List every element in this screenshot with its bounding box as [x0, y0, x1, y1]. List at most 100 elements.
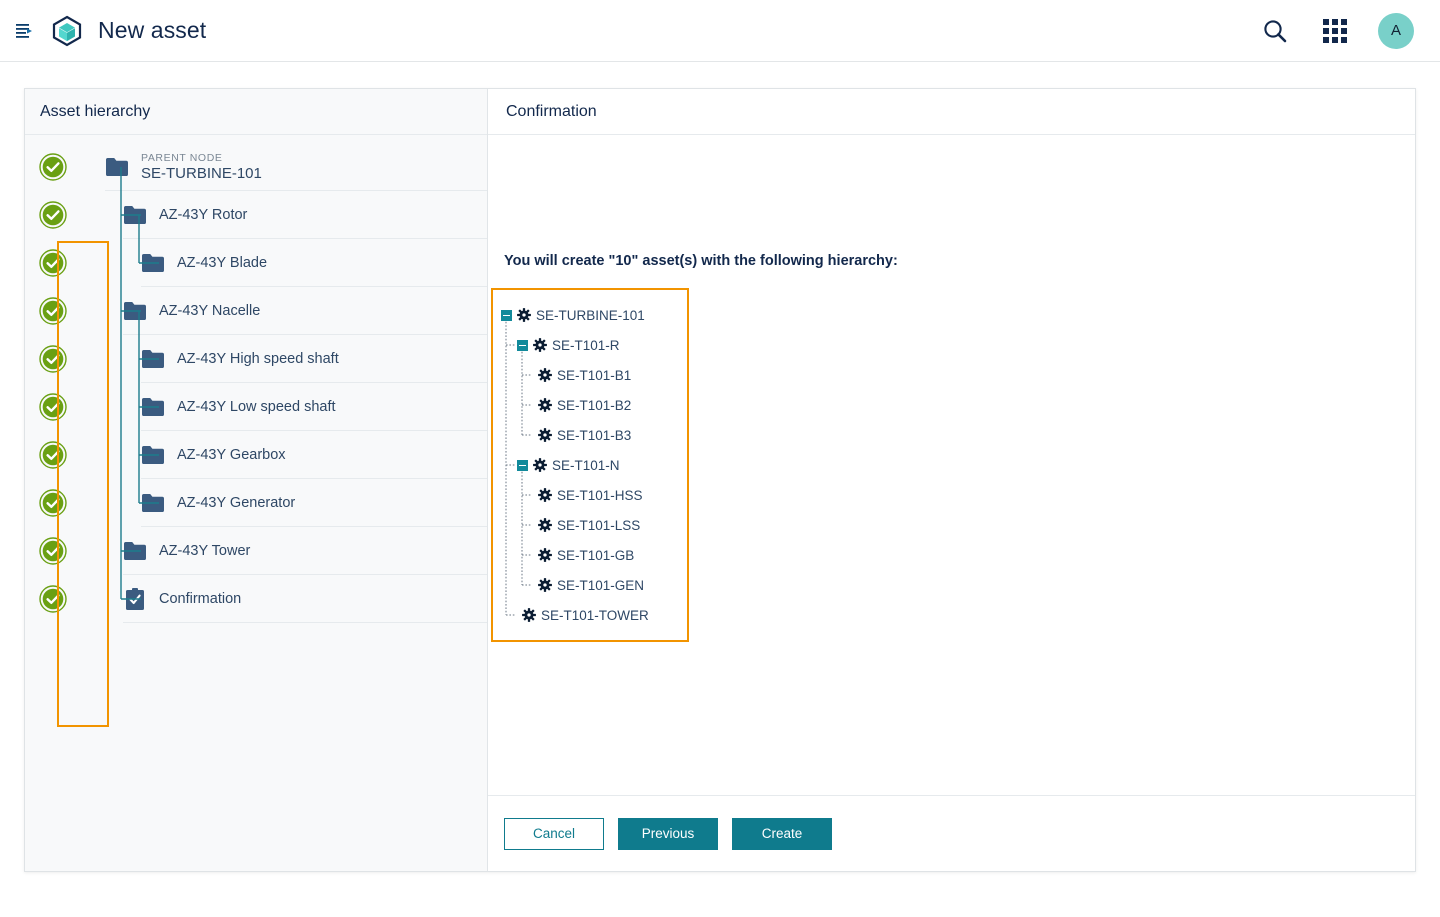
gear-icon — [538, 518, 552, 532]
confirmation-tree-row-content: SE-T101-B2 — [533, 398, 631, 413]
hierarchy-row[interactable]: PARENT NODE SE-TURBINE-101 — [25, 143, 487, 191]
confirmation-tree-row[interactable]: SE-T101-HSS — [501, 480, 677, 510]
hierarchy-row-label: AZ-43Y Gearbox — [177, 447, 286, 463]
confirmation-tree-row[interactable]: SE-T101-TOWER — [501, 600, 677, 630]
confirmation-tree-row-content: SE-TURBINE-101 — [501, 308, 645, 323]
confirmation-tree-label: SE-T101-HSS — [557, 487, 643, 503]
hierarchy-row-content: AZ-43Y Nacelle — [81, 287, 487, 335]
gear-icon — [538, 368, 552, 382]
confirmation-tree-label: SE-TURBINE-101 — [536, 307, 645, 323]
hierarchy-row-content: AZ-43Y Blade — [81, 239, 487, 287]
hierarchy-row-content: AZ-43Y Low speed shaft — [81, 383, 487, 431]
gear-icon — [538, 488, 552, 502]
confirmation-tree-row-content: SE-T101-TOWER — [517, 608, 649, 623]
hierarchy-row-label: AZ-43Y Low speed shaft — [177, 399, 336, 415]
row-check-icon[interactable] — [25, 393, 81, 421]
hierarchy-row-label: Confirmation — [159, 591, 242, 607]
collapse-minus-icon[interactable] — [517, 339, 528, 351]
avatar[interactable]: A — [1378, 12, 1414, 49]
folder-icon — [141, 446, 165, 464]
confirmation-tree-row-content: SE-T101-LSS — [533, 518, 640, 533]
confirmation-tree-row-content: SE-T101-GEN — [533, 578, 644, 593]
gear-icon — [533, 338, 547, 352]
hierarchy-row-content: Confirmation — [81, 575, 487, 623]
confirmation-tree-row[interactable]: SE-T101-GB — [501, 540, 677, 570]
folder-icon — [123, 302, 147, 320]
gear-icon — [538, 428, 552, 442]
hierarchy-row[interactable]: AZ-43Y High speed shaft — [25, 335, 487, 383]
row-check-icon[interactable] — [25, 585, 81, 613]
confirmation-header: Confirmation — [488, 89, 1415, 135]
row-check-icon[interactable] — [25, 345, 81, 373]
topbar-actions: A — [1258, 12, 1414, 49]
apps-grid-icon[interactable] — [1318, 14, 1352, 48]
hierarchy-row[interactable]: AZ-43Y Blade — [25, 239, 487, 287]
hierarchy-row-label: AZ-43Y Tower — [159, 543, 251, 559]
folder-icon — [123, 206, 147, 224]
search-icon[interactable] — [1258, 14, 1292, 48]
hierarchy-row-label: AZ-43Y Nacelle — [159, 303, 261, 319]
confirmation-tree-label: SE-T101-GB — [557, 547, 635, 563]
confirmation-tree-row-content: SE-T101-N — [517, 458, 620, 473]
hierarchy-row[interactable]: AZ-43Y Gearbox — [25, 431, 487, 479]
confirmation-tree-row[interactable]: SE-T101-N — [501, 450, 677, 480]
hierarchy-row[interactable]: AZ-43Y Tower — [25, 527, 487, 575]
confirmation-tree-row[interactable]: SE-T101-GEN — [501, 570, 677, 600]
row-check-icon[interactable] — [25, 537, 81, 565]
folder-icon — [141, 254, 165, 272]
confirmation-summary-text: You will create "10" asset(s) with the f… — [504, 253, 898, 269]
asset-hierarchy-header: Asset hierarchy — [25, 89, 487, 135]
row-check-icon[interactable] — [25, 441, 81, 469]
confirmation-tree-row[interactable]: SE-T101-B1 — [501, 360, 677, 390]
hierarchy-row-label: AZ-43Y Blade — [177, 255, 268, 271]
cube-logo-icon — [50, 14, 84, 48]
gear-icon — [538, 548, 552, 562]
folder-icon — [141, 350, 165, 368]
gear-icon — [522, 608, 536, 622]
confirmation-tree-label: SE-T101-N — [552, 457, 620, 473]
gear-icon — [517, 308, 531, 322]
hierarchy-row[interactable]: AZ-43Y Generator — [25, 479, 487, 527]
confirmation-tree-label: SE-T101-LSS — [557, 517, 641, 533]
cancel-button[interactable]: Cancel — [504, 817, 604, 850]
create-button[interactable]: Create — [732, 817, 832, 850]
row-check-icon[interactable] — [25, 249, 81, 277]
collapse-minus-icon[interactable] — [517, 459, 528, 471]
row-check-icon[interactable] — [25, 153, 81, 181]
confirmation-tree-row-content: SE-T101-R — [517, 338, 620, 353]
row-check-icon[interactable] — [25, 201, 81, 229]
confirmation-tree-label: SE-T101-B3 — [557, 427, 632, 443]
hierarchy-row[interactable]: Confirmation — [25, 575, 487, 623]
confirmation-tree-row[interactable]: SE-T101-R — [501, 330, 677, 360]
row-separator — [123, 622, 487, 623]
hierarchy-row[interactable]: AZ-43Y Nacelle — [25, 287, 487, 335]
confirmation-tree-row[interactable]: SE-T101-B2 — [501, 390, 677, 420]
confirmation-tree-label: SE-T101-B2 — [557, 397, 632, 413]
confirmation-tree-rows: SE-TURBINE-101 SE-T101-R SE-T101-B1 SE-T101… — [501, 300, 677, 630]
folder-icon — [141, 494, 165, 512]
collapse-minus-icon[interactable] — [501, 309, 512, 321]
hierarchy-rows: PARENT NODE SE-TURBINE-101 AZ-43Y Rotor AZ-… — [25, 135, 487, 623]
confirmation-tree-label: SE-T101-R — [552, 337, 620, 353]
row-check-icon[interactable] — [25, 489, 81, 517]
wizard-card: Asset hierarchy PARENT NODE SE-TURBINE-10… — [24, 88, 1416, 872]
hierarchy-row[interactable]: AZ-43Y Low speed shaft — [25, 383, 487, 431]
hierarchy-row-label: AZ-43Y Rotor — [159, 207, 248, 223]
confirmation-tree-row[interactable]: SE-TURBINE-101 — [501, 300, 677, 330]
list-menu-icon[interactable] — [8, 15, 40, 47]
confirmation-tree-row[interactable]: SE-T101-LSS — [501, 510, 677, 540]
confirmation-panel: Confirmation You will create "10" asset(… — [488, 89, 1415, 871]
folder-icon — [123, 542, 147, 560]
row-check-icon[interactable] — [25, 297, 81, 325]
hierarchy-row-content: AZ-43Y Rotor — [81, 191, 487, 239]
hierarchy-row-label: AZ-43Y Generator — [177, 495, 296, 511]
confirmation-tree-label: SE-T101-TOWER — [541, 607, 649, 623]
parent-node-text: PARENT NODE SE-TURBINE-101 — [141, 152, 262, 182]
confirmation-tree-row[interactable]: SE-T101-B3 — [501, 420, 677, 450]
folder-icon — [105, 158, 129, 176]
previous-button[interactable]: Previous — [618, 817, 718, 850]
clipboard-check-icon — [123, 588, 147, 610]
hierarchy-row[interactable]: AZ-43Y Rotor — [25, 191, 487, 239]
confirmation-tree-label: SE-T101-GEN — [557, 577, 645, 593]
confirmation-tree-row-content: SE-T101-B1 — [533, 368, 631, 383]
